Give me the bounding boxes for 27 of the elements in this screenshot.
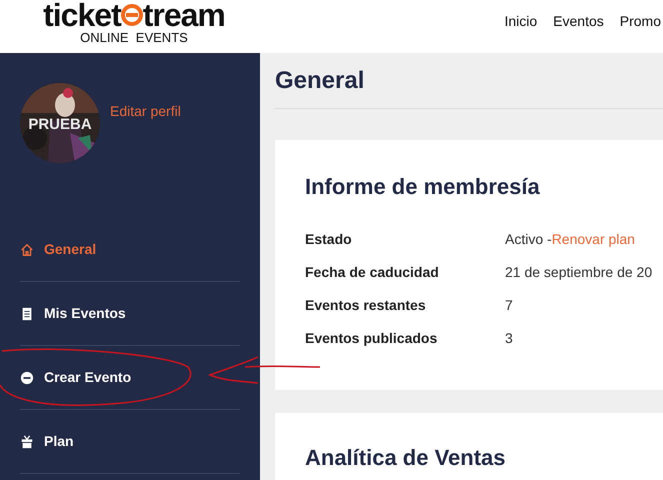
nav-link[interactable]: Inicio <box>504 11 538 32</box>
home-icon <box>20 242 34 256</box>
card-title: Informe de membresía <box>305 173 541 201</box>
field-label: Eventos publicados <box>305 329 438 348</box>
nav-link[interactable]: Promo <box>620 11 661 32</box>
field-value: Activo - <box>505 230 552 249</box>
logo-text: ticket <box>43 0 121 31</box>
field-label: Fecha de caducidad <box>305 263 440 282</box>
card-title: Analítica de Ventas <box>305 444 507 472</box>
sidebar-item[interactable]: Mis Eventos <box>20 303 126 324</box>
avatar-label: PRUEBA <box>27 115 93 135</box>
field-label: Estado <box>305 230 353 249</box>
logo-text: tream <box>142 0 225 31</box>
sidebar-item[interactable]: Plan <box>20 431 74 452</box>
edit-profile-link[interactable]: Editar perfil <box>110 101 181 122</box>
sidebar-item[interactable]: General <box>20 239 96 260</box>
logo-tagline: ONLINE EVENTS <box>80 30 188 46</box>
sidebar-item[interactable]: Crear Evento <box>20 367 132 388</box>
document-icon <box>20 306 34 320</box>
field-value: 21 de septiembre de 20 <box>505 263 652 282</box>
field-value: 3 <box>505 329 513 348</box>
circle-icon <box>20 370 34 384</box>
nav-link[interactable]: Eventos <box>553 11 604 32</box>
page-title: General <box>275 66 364 96</box>
field-value: 7 <box>505 296 513 315</box>
gift-icon <box>20 434 34 448</box>
field-label: Eventos restantes <box>305 296 427 315</box>
